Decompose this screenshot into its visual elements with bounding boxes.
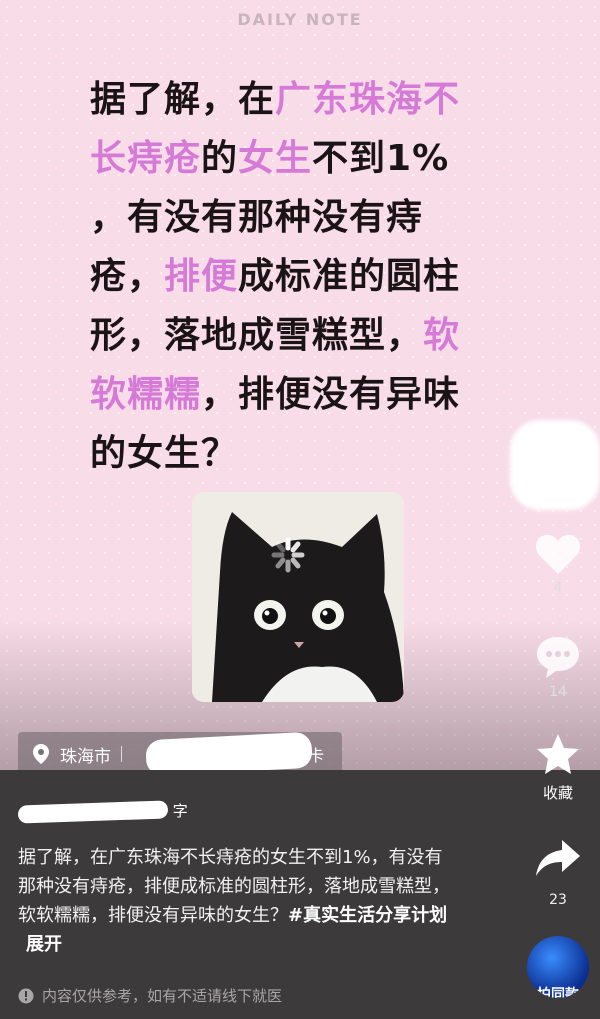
- location-city: 珠海市: [60, 746, 111, 767]
- like-count: 4: [553, 580, 563, 596]
- headline-highlight: 软: [423, 315, 461, 356]
- headline-highlight: 女生: [238, 138, 313, 179]
- share-icon: [536, 840, 580, 876]
- headline-highlight: 长痔疮: [90, 138, 202, 179]
- cat-meme-image: [192, 492, 404, 702]
- author-row[interactable]: 字: [17, 799, 188, 824]
- username-fragment: 字: [172, 802, 188, 820]
- collect-label: 收藏: [542, 784, 573, 802]
- username-redaction: [17, 799, 169, 824]
- disclaimer-text: 内容仅供参考，如有不适请线下就医: [42, 987, 283, 1005]
- brand-title: DAILY NOTE: [237, 10, 363, 29]
- headline-text: ，有没有那种没有痔: [90, 197, 424, 238]
- headline-highlight: 软糯糯: [90, 374, 202, 415]
- headline-text: ，排便没有异味: [201, 374, 461, 415]
- disclaimer: 内容仅供参考，如有不适请线下就医: [18, 985, 282, 1006]
- comment-button[interactable]: 14: [520, 634, 596, 700]
- headline-text: 成标准的圆柱: [238, 256, 461, 297]
- headline-text: 形，落地成雪糕型，: [90, 315, 424, 356]
- share-count: 23: [549, 892, 567, 908]
- location-pin-icon: [33, 744, 49, 764]
- comment-icon: [537, 637, 579, 678]
- headline-text: 的: [201, 138, 239, 179]
- headline-highlight: 排便: [164, 256, 239, 297]
- info-icon: [18, 988, 34, 1003]
- headline-text: 据了解，在: [90, 79, 276, 120]
- pai-label: 拍同款: [537, 987, 579, 998]
- heart-icon: [535, 534, 581, 574]
- star-icon: [537, 734, 579, 774]
- headline-text: 的女生？: [90, 433, 239, 474]
- headline-text: 疮，: [90, 256, 165, 297]
- avatar-redaction: [510, 420, 600, 510]
- headline-text: 不到1%: [312, 138, 450, 179]
- expand-button[interactable]: 展开: [26, 934, 62, 955]
- share-button[interactable]: 23: [520, 838, 596, 908]
- post-caption[interactable]: 据了解，在广东珠海不长痔疮的女生不到1%，有没有那种没有痔疮，排便成标准的圆柱形…: [18, 843, 458, 959]
- topic-tag[interactable]: #真实生活分享计划: [288, 905, 447, 926]
- pai-tongkuan-button[interactable]: 拍同款: [527, 936, 589, 998]
- comment-count: 14: [549, 684, 567, 700]
- headline-highlight: 广东珠海不: [275, 79, 461, 120]
- post-headline: 据了解，在广东珠海不 长痔疮的女生不到1% ，有没有那种没有痔 疮，排便成标准的…: [90, 70, 510, 483]
- location-divider: [121, 746, 122, 762]
- collect-button[interactable]: 收藏: [520, 732, 596, 803]
- like-button[interactable]: 4: [520, 532, 596, 596]
